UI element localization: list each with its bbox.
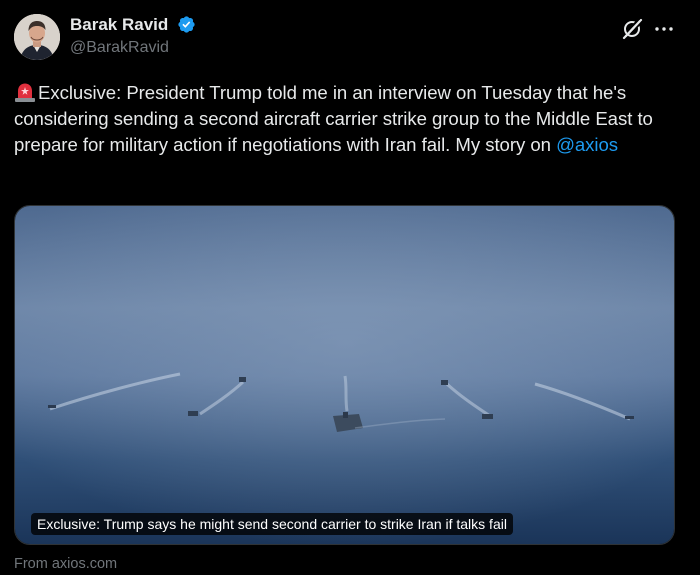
tweet: Barak Ravid @BarakRavid Exclusive: Presi…: [0, 0, 700, 575]
grok-icon[interactable]: [620, 17, 644, 41]
tweet-text: Exclusive: President Trump told me in an…: [14, 80, 686, 158]
author-info: Barak Ravid @BarakRavid: [70, 15, 196, 58]
rotating-light-emoji-icon: [15, 83, 35, 102]
link-card-image: [15, 206, 674, 544]
display-name[interactable]: Barak Ravid: [70, 15, 168, 35]
handle[interactable]: @BarakRavid: [70, 38, 196, 58]
avatar[interactable]: [14, 14, 60, 60]
link-card-title: Exclusive: Trump says he might send seco…: [31, 513, 513, 535]
link-card-source[interactable]: From axios.com: [14, 555, 117, 573]
more-icon[interactable]: [652, 17, 676, 41]
link-card[interactable]: Exclusive: Trump says he might send seco…: [14, 205, 675, 545]
mention-link[interactable]: @axios: [556, 134, 618, 155]
avatar-image: [14, 14, 60, 60]
verified-badge-icon: [178, 15, 195, 33]
